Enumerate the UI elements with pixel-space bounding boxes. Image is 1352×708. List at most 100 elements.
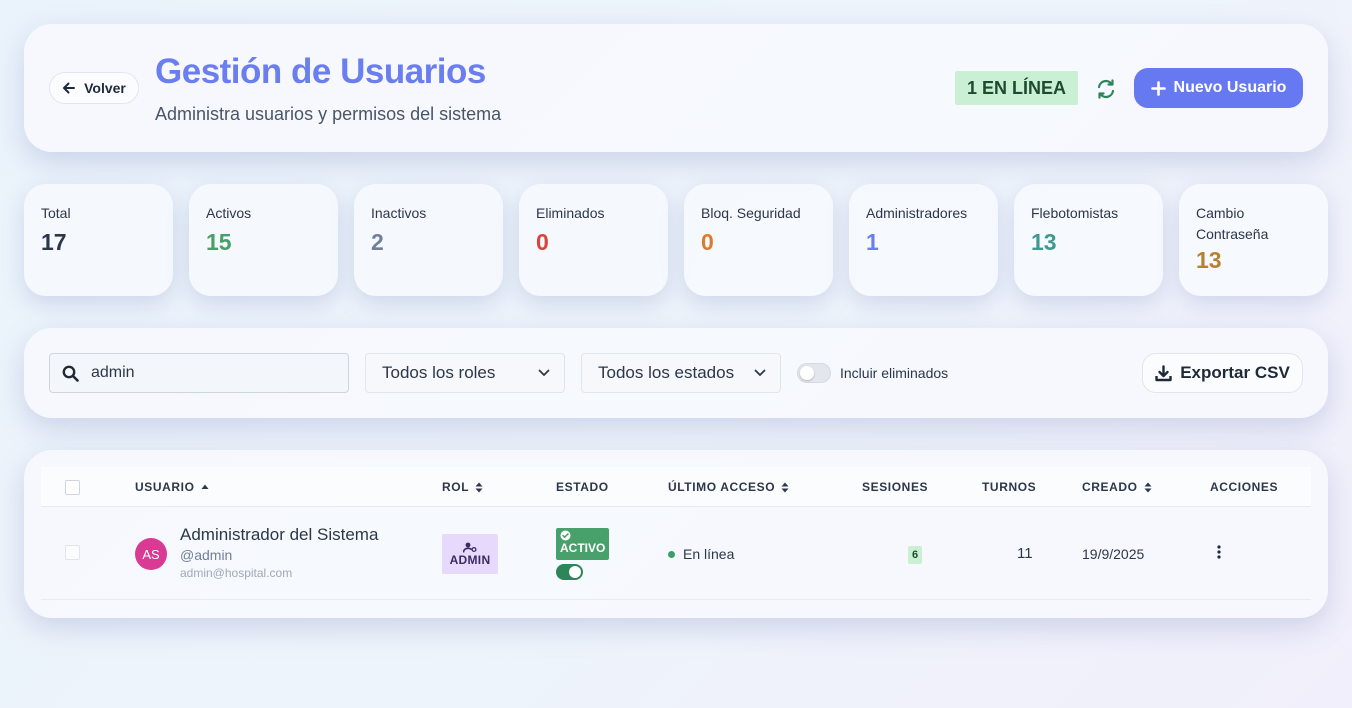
column-shifts: TURNOS (982, 467, 1036, 507)
shifts-value: 11 (1017, 545, 1033, 562)
include-deleted-label: Incluir eliminados (840, 365, 949, 381)
column-label: ESTADO (556, 480, 609, 494)
sort-icon (475, 482, 483, 492)
more-vertical-icon (1217, 545, 1221, 559)
stat-label: Cambio Contraseña (1196, 205, 1269, 242)
filters-bar: Todos los roles Todos los estados Inclui… (24, 328, 1328, 418)
created-date: 19/9/2025 (1082, 546, 1145, 562)
role-filter-select[interactable]: Todos los roles (365, 353, 565, 393)
online-count-badge: 1 EN LÍNEA (955, 71, 1079, 105)
users-table: USUARIO ROL ESTADO ÚLTIMO ACCESO SESIONE… (24, 450, 1328, 618)
stat-value: 15 (206, 229, 232, 255)
stat-card-password-change: Cambio Contraseña 13 (1179, 184, 1328, 296)
download-icon (1155, 364, 1172, 381)
user-email: admin@hospital.com (180, 566, 293, 580)
stat-label: Flebotomistas (1031, 205, 1119, 221)
select-all-cell (65, 467, 80, 507)
role-badge: ADMIN (442, 534, 498, 574)
check-circle-icon (560, 530, 571, 541)
refresh-button[interactable] (1095, 78, 1117, 100)
search-box[interactable] (49, 353, 349, 393)
role-label: ADMIN (449, 552, 491, 567)
avatar-cell: AS (135, 538, 167, 570)
status-filter-select[interactable]: Todos los estados (581, 353, 781, 393)
stat-card-inactive: Inactivos 2 (354, 184, 503, 296)
back-label: Volver (84, 80, 126, 96)
page-title: Gestión de Usuarios (155, 52, 486, 91)
include-deleted-control: Incluir eliminados (797, 363, 948, 383)
select-all-checkbox[interactable] (65, 479, 80, 495)
stat-label: Total (41, 205, 71, 221)
row-select-cell (65, 545, 80, 560)
column-role[interactable]: ROL (442, 467, 483, 507)
active-toggle[interactable] (556, 564, 583, 580)
online-indicator (668, 550, 675, 558)
column-label: SESIONES (862, 480, 929, 494)
export-csv-label: Exportar CSV (1180, 363, 1290, 382)
refresh-icon (1097, 79, 1115, 99)
column-label: CREADO (1082, 480, 1138, 494)
stat-value: 17 (41, 229, 67, 255)
new-user-label: Nuevo Usuario (1173, 79, 1287, 96)
row-actions-button[interactable] (1217, 545, 1221, 564)
stat-label: Inactivos (371, 205, 427, 221)
user-gear-icon (463, 542, 477, 553)
chevron-down-icon (754, 369, 766, 376)
chevron-down-icon (538, 369, 550, 376)
sort-icon (1144, 482, 1152, 492)
user-username: @admin (180, 547, 233, 563)
status-label: ACTIVO (560, 541, 606, 555)
stat-card-active: Activos 15 (189, 184, 338, 296)
stat-value: 1 (866, 229, 879, 255)
user-info: Administrador del Sistema @admin admin@h… (180, 525, 378, 580)
column-label: ACCIONES (1210, 480, 1279, 494)
export-csv-button[interactable]: Exportar CSV (1142, 353, 1303, 393)
search-input[interactable] (91, 364, 331, 382)
column-label: ROL (442, 480, 470, 494)
stat-label: Administradores (866, 205, 968, 221)
plus-icon (1150, 80, 1166, 96)
user-full-name: Administrador del Sistema (180, 525, 379, 544)
stat-label: Eliminados (536, 205, 605, 221)
column-actions: ACCIONES (1210, 467, 1278, 507)
include-deleted-toggle[interactable] (797, 363, 831, 383)
arrow-left-icon (63, 82, 76, 94)
stat-value: 13 (1196, 247, 1222, 273)
new-user-button[interactable]: Nuevo Usuario (1134, 68, 1303, 108)
column-label: USUARIO (135, 480, 195, 494)
last-access-value: En línea (683, 546, 735, 562)
column-user[interactable]: USUARIO (135, 467, 209, 507)
status-badge: ACTIVO (556, 528, 609, 560)
table-header: USUARIO ROL ESTADO ÚLTIMO ACCESO SESIONE… (41, 467, 1311, 507)
stat-value: 0 (536, 229, 549, 255)
page-header: Volver Gestión de Usuarios Administra us… (24, 24, 1328, 152)
sessions-badge: 6 (908, 546, 923, 564)
search-icon (62, 365, 79, 382)
column-sessions: SESIONES (862, 467, 928, 507)
stat-value: 0 (701, 229, 714, 255)
sessions-cell: 6 (908, 545, 923, 564)
avatar: AS (135, 538, 167, 570)
stat-label: Bloq. Seguridad (701, 205, 801, 221)
column-label: TURNOS (982, 480, 1037, 494)
status-filter-value: Todos los estados (598, 363, 735, 382)
row-select-checkbox[interactable] (65, 545, 80, 560)
sort-asc-icon (201, 484, 209, 489)
stat-card-phlebotomists: Flebotomistas 13 (1014, 184, 1163, 296)
stat-value: 2 (371, 229, 384, 255)
column-status: ESTADO (556, 467, 609, 507)
page-subtitle: Administra usuarios y permisos del siste… (155, 104, 502, 124)
column-label: ÚLTIMO ACCESO (668, 480, 776, 494)
table-row[interactable]: AS Administrador del Sistema @admin admi… (41, 508, 1311, 600)
status-cell: ACTIVO (556, 528, 609, 580)
back-button[interactable]: Volver (49, 72, 139, 104)
stat-card-deleted: Eliminados 0 (519, 184, 668, 296)
sort-icon (781, 482, 789, 492)
last-access-cell: En línea (668, 546, 734, 562)
stat-label: Activos (206, 205, 252, 221)
stat-card-admins: Administradores 1 (849, 184, 998, 296)
column-last-access[interactable]: ÚLTIMO ACCESO (668, 467, 789, 507)
column-created[interactable]: CREADO (1082, 467, 1152, 507)
stat-card-security-locked: Bloq. Seguridad 0 (684, 184, 833, 296)
role-filter-value: Todos los roles (382, 363, 496, 382)
